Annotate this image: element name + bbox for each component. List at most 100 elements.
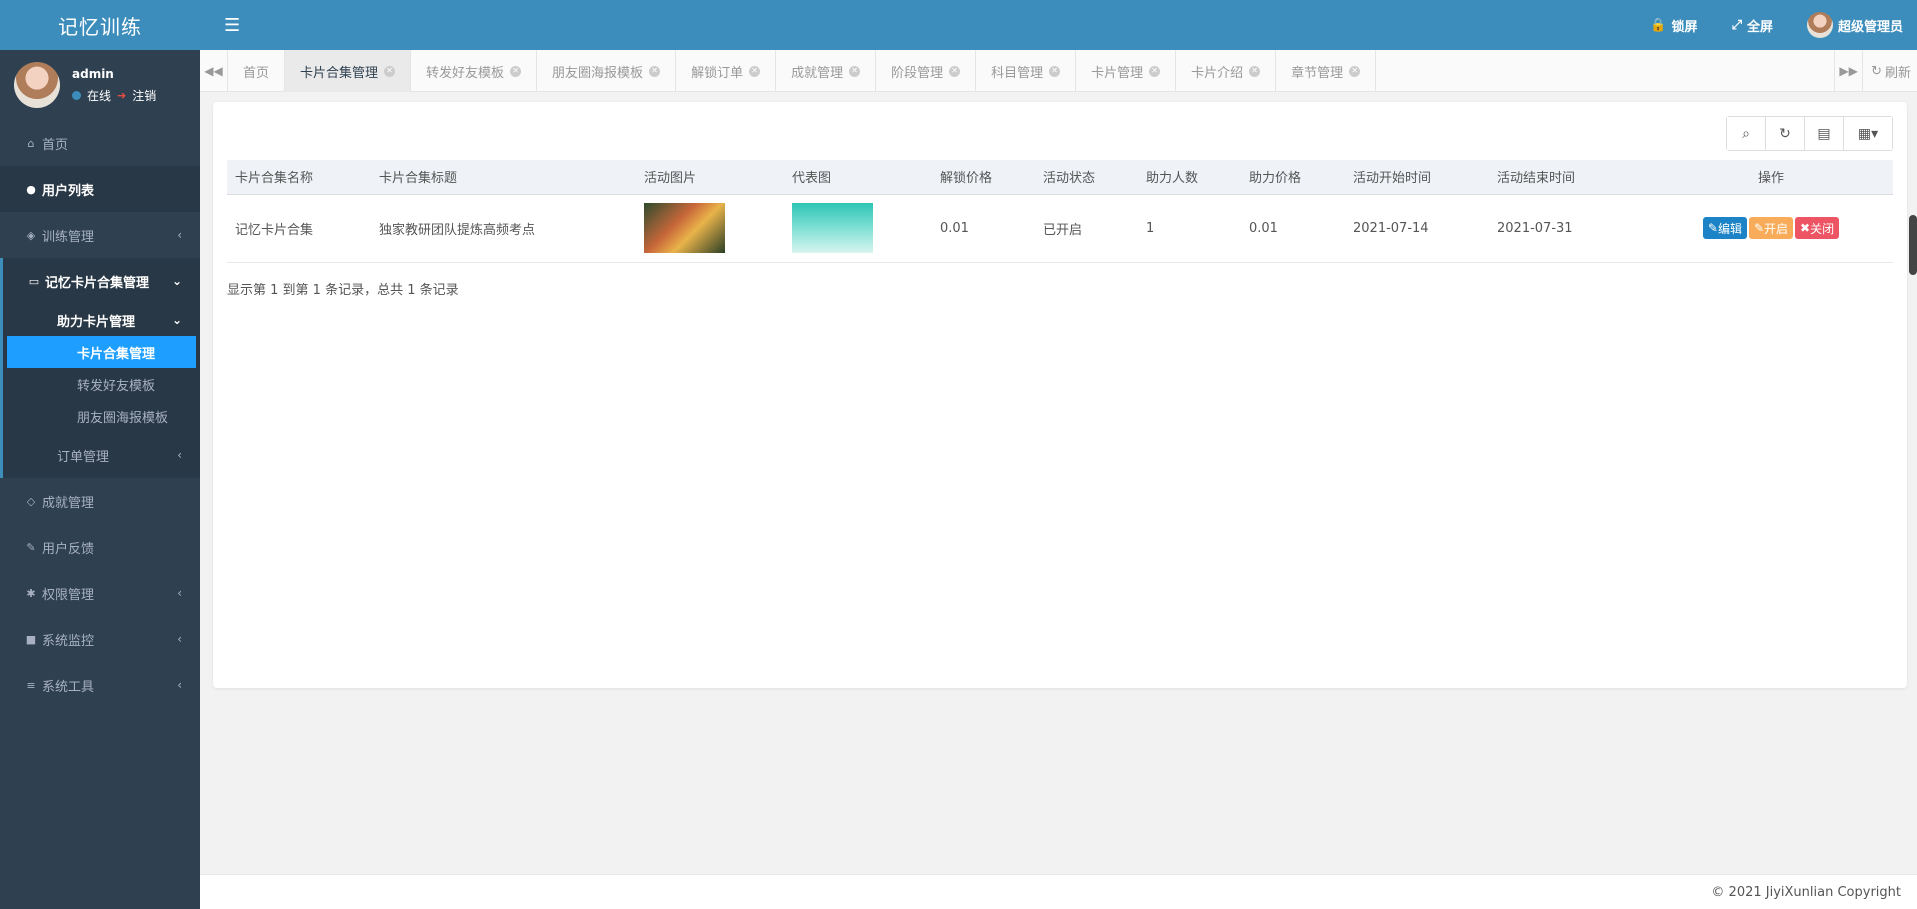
tab-card-collection[interactable]: 卡片合集管理 ✕ bbox=[285, 50, 412, 92]
column-header[interactable]: 卡片合集名称 bbox=[227, 160, 371, 195]
columns-dropdown-button[interactable]: ▦▾ bbox=[1844, 117, 1892, 150]
cube-icon: ◈ bbox=[26, 228, 36, 242]
copyright-text: © 2021 JiyiXunlian Copyright bbox=[1711, 884, 1901, 900]
column-header[interactable]: 卡片合集标题 bbox=[371, 160, 636, 195]
activity-image[interactable] bbox=[644, 203, 725, 253]
sidebar-subitem-poster-template[interactable]: 朋友圈海报模板 bbox=[3, 400, 200, 432]
tab-poster-template[interactable]: 朋友圈海报模板 ✕ bbox=[537, 50, 677, 92]
close-icon: ✖ bbox=[1800, 221, 1811, 235]
column-header[interactable]: 代表图 bbox=[784, 160, 932, 195]
gear-icon: ✱ bbox=[26, 586, 36, 600]
tab-achievements[interactable]: 成就管理 ✕ bbox=[776, 50, 877, 92]
close-icon[interactable]: ✕ bbox=[849, 65, 861, 77]
grid-icon: ▦▾ bbox=[1857, 125, 1879, 142]
edit-icon: ✎ bbox=[26, 540, 36, 554]
logout-icon[interactable]: ➜ bbox=[117, 89, 126, 102]
tab-home[interactable]: 首页 bbox=[228, 50, 286, 92]
tabs-scroll-right-icon[interactable]: ▶▶ bbox=[1834, 50, 1862, 92]
refresh-icon: ↻ bbox=[1779, 125, 1791, 142]
submenu-card-collection: 助力卡片管理 ⌄ 卡片合集管理 转发好友模板 朋友圈海报模板 订单管理 ‹ bbox=[0, 304, 200, 478]
close-icon[interactable]: ✕ bbox=[1249, 65, 1261, 77]
tab-chapters[interactable]: 章节管理 ✕ bbox=[1276, 50, 1377, 92]
close-icon[interactable]: ✕ bbox=[649, 65, 661, 77]
tab-share-template[interactable]: 转发好友模板 ✕ bbox=[411, 50, 538, 92]
sidebar-menu: ⌂ 首页 ● 用户列表 ◈ 训练管理 ‹ ▭ 记忆卡片合集管理 ⌄ 助力卡片管理 ⌄ 卡片合集… bbox=[0, 120, 200, 708]
sidebar-item-card-collection[interactable]: ▭ 记忆卡片合集管理 ⌄ bbox=[0, 258, 200, 304]
sidebar-item-home[interactable]: ⌂ 首页 bbox=[0, 120, 200, 166]
user-info: admin 在线 ➜ 注销 bbox=[72, 67, 156, 104]
top-right-tools: 🔒 锁屏 ⤢ 全屏 超级管理员 bbox=[1650, 0, 1903, 50]
close-icon[interactable]: ✕ bbox=[749, 65, 761, 77]
search-button[interactable]: ⌕ bbox=[1727, 117, 1766, 150]
close-icon[interactable]: ✕ bbox=[510, 65, 522, 77]
tab-subjects[interactable]: 科目管理 ✕ bbox=[976, 50, 1077, 92]
search-icon: ⌕ bbox=[1742, 125, 1750, 142]
sidebar-subitem-share-template[interactable]: 转发好友模板 bbox=[3, 368, 200, 400]
video-icon: ■ bbox=[25, 632, 37, 646]
sidebar-item-feedback[interactable]: ✎ 用户反馈 bbox=[0, 524, 200, 570]
sidebar-item-training[interactable]: ◈ 训练管理 ‹ bbox=[0, 212, 200, 258]
cell-help-price: 0.01 bbox=[1241, 194, 1345, 263]
table-toolbar: ⌕ ↻ ▤ ▦▾ bbox=[1726, 116, 1893, 151]
close-icon[interactable]: ✕ bbox=[1049, 65, 1061, 77]
tab-unlock-orders[interactable]: 解锁订单 ✕ bbox=[676, 50, 777, 92]
logout-link[interactable]: 注销 bbox=[132, 87, 156, 104]
tab-stages[interactable]: 阶段管理 ✕ bbox=[876, 50, 977, 92]
edit-icon: ✎ bbox=[1753, 221, 1765, 235]
chevron-left-icon: ‹ bbox=[177, 228, 182, 242]
chevron-down-icon: ⌄ bbox=[171, 313, 182, 327]
refresh-table-button[interactable]: ↻ bbox=[1766, 117, 1805, 150]
tab-cards[interactable]: 卡片管理 ✕ bbox=[1076, 50, 1177, 92]
menu-toggle-icon[interactable]: ☰ bbox=[224, 15, 240, 36]
admin-menu[interactable]: 超级管理员 bbox=[1806, 12, 1903, 38]
chevron-left-icon: ‹ bbox=[177, 586, 182, 600]
close-icon[interactable]: ✕ bbox=[1149, 65, 1161, 77]
sidebar-item-users[interactable]: ● 用户列表 bbox=[0, 166, 200, 212]
column-header[interactable]: 活动图片 bbox=[636, 160, 784, 195]
refresh-icon: ↻ bbox=[1871, 63, 1882, 79]
sidebar-item-permissions[interactable]: ✱ 权限管理 ‹ bbox=[0, 570, 200, 616]
column-header[interactable]: 活动结束时间 bbox=[1489, 160, 1649, 195]
column-header[interactable]: 助力人数 bbox=[1138, 160, 1241, 195]
tabs-scroll-left-icon[interactable]: ◀◀ bbox=[200, 50, 228, 92]
cell-end-time: 2021-07-31 bbox=[1489, 194, 1649, 263]
column-header[interactable]: 助力价格 bbox=[1241, 160, 1345, 195]
avatar bbox=[14, 62, 60, 108]
expand-icon: ⤢ bbox=[1731, 17, 1742, 33]
lock-screen-button[interactable]: 🔒 锁屏 bbox=[1650, 16, 1697, 35]
fullscreen-button[interactable]: ⤢ 全屏 bbox=[1732, 16, 1773, 35]
close-button[interactable]: ✖ 关闭 bbox=[1795, 217, 1840, 239]
sidebar-subitem-card-collection[interactable]: 卡片合集管理 bbox=[7, 336, 196, 368]
user-circle-icon: ● bbox=[26, 182, 36, 196]
cell-activity-image bbox=[636, 194, 784, 263]
content-panel: ⌕ ↻ ▤ ▦▾ 卡片合集名称 卡片合集标题 活动图片 代表图 解锁价格 活动状… bbox=[213, 102, 1907, 688]
close-icon[interactable]: ✕ bbox=[384, 65, 396, 77]
chevron-down-icon: ⌄ bbox=[171, 274, 182, 288]
cell-unlock-price: 0.01 bbox=[932, 194, 1035, 263]
tab-card-intro[interactable]: 卡片介绍 ✕ bbox=[1176, 50, 1277, 92]
column-header: 操作 bbox=[1649, 160, 1893, 195]
column-header[interactable]: 活动开始时间 bbox=[1345, 160, 1489, 195]
online-status: 在线 bbox=[87, 88, 112, 103]
brand-logo[interactable]: 记忆训练 bbox=[0, 0, 200, 50]
sidebar-item-tools[interactable]: ≡ 系统工具 ‹ bbox=[0, 662, 200, 708]
column-header[interactable]: 活动状态 bbox=[1035, 160, 1138, 195]
cover-image[interactable] bbox=[792, 203, 873, 253]
scrollbar-thumb[interactable] bbox=[1909, 215, 1917, 275]
open-button[interactable]: ✎ 开启 bbox=[1748, 217, 1794, 239]
edit-button[interactable]: ✎ 编辑 bbox=[1702, 217, 1747, 239]
diamond-icon: ◇ bbox=[26, 494, 36, 508]
avatar bbox=[1806, 12, 1833, 38]
close-icon[interactable]: ✕ bbox=[1349, 65, 1361, 77]
sidebar-subhead-help-cards[interactable]: 助力卡片管理 ⌄ bbox=[3, 304, 200, 336]
close-icon[interactable]: ✕ bbox=[949, 65, 961, 77]
sidebar-subitem-orders[interactable]: 订单管理 ‹ bbox=[3, 432, 200, 478]
column-header[interactable]: 解锁价格 bbox=[932, 160, 1035, 195]
chevron-left-icon: ‹ bbox=[177, 632, 182, 646]
sidebar-item-achievements[interactable]: ◇ 成就管理 bbox=[0, 478, 200, 524]
card-icon: ▭ bbox=[28, 274, 40, 288]
toggle-view-button[interactable]: ▤ bbox=[1805, 117, 1844, 150]
sidebar-item-monitor[interactable]: ■ 系统监控 ‹ bbox=[0, 616, 200, 662]
cell-status: 已开启 bbox=[1035, 194, 1138, 263]
refresh-button[interactable]: ↻ 刷新 bbox=[1862, 50, 1917, 92]
